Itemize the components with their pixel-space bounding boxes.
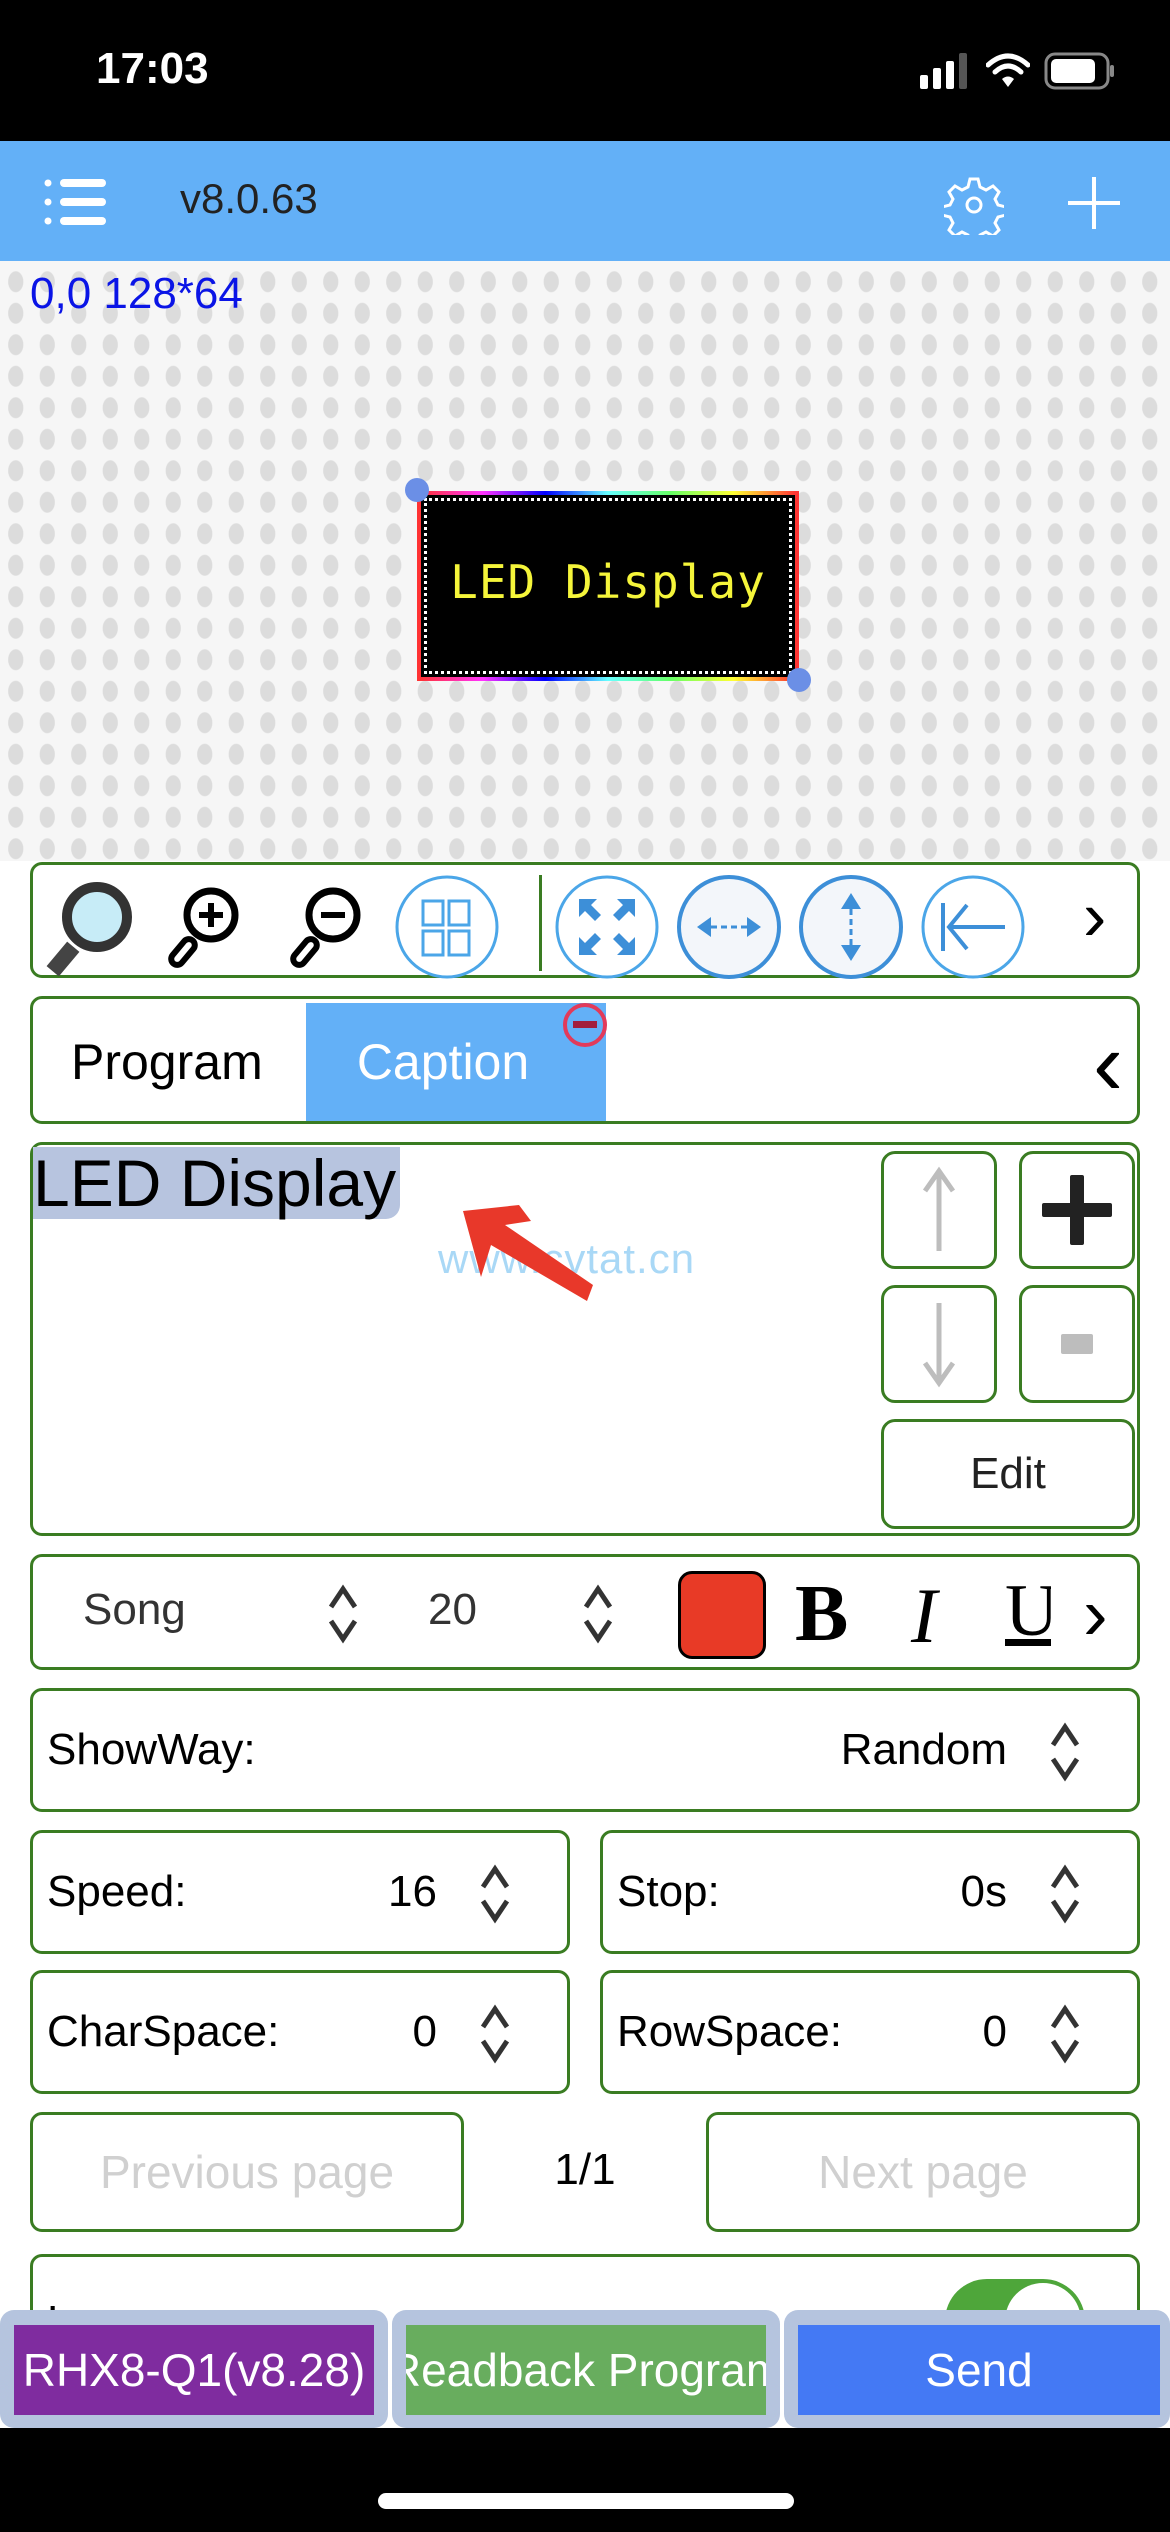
tab-program[interactable]: Program (71, 1003, 263, 1121)
add-caption-button[interactable] (1019, 1151, 1135, 1269)
charspace-stepper-icon[interactable] (475, 2001, 515, 2067)
battery-icon (1044, 52, 1114, 90)
stop-value: 0s (960, 1867, 1007, 1916)
minus-icon (1061, 1334, 1093, 1354)
text-color-swatch[interactable] (678, 1571, 766, 1659)
gear-icon[interactable] (944, 175, 1004, 235)
bold-button[interactable]: B (795, 1569, 848, 1660)
toolbar-more-button[interactable]: › (1083, 881, 1106, 951)
charspace-field[interactable]: CharSpace: 0 (30, 1970, 570, 2094)
device-button-wrapper: RHX8-Q1(v8.28) (0, 2310, 388, 2428)
charspace-value: 0 (412, 2007, 437, 2056)
view-toolbar: › (30, 862, 1140, 979)
page-indicator: 1/1 (554, 2145, 616, 2194)
home-indicator-area (0, 2428, 1170, 2532)
status-icons (920, 52, 1116, 90)
resize-handle-top-left[interactable] (405, 478, 429, 502)
rowspace-label: RowSpace: (617, 2007, 843, 2056)
app-header: v8.0.63 (0, 141, 1170, 261)
send-button[interactable]: Send (798, 2325, 1160, 2415)
center-vertical-tool[interactable] (799, 875, 903, 979)
showway-label: ShowWay: (47, 1725, 256, 1774)
align-left-tool[interactable] (921, 875, 1025, 979)
underline-button[interactable]: U (1005, 1569, 1051, 1654)
center-horizontal-tool[interactable] (677, 875, 781, 979)
move-down-button[interactable] (881, 1285, 997, 1403)
font-name-stepper-icon[interactable] (323, 1581, 363, 1647)
fullscreen-tool[interactable] (555, 875, 659, 979)
screen-canvas[interactable]: 0,0 128*64 LED Display (0, 261, 1170, 861)
search-icon (46, 882, 132, 977)
fullscreen-expand-icon (555, 875, 659, 979)
plus-icon[interactable] (1066, 175, 1122, 231)
status-bar: 17:03 (0, 0, 1170, 141)
speed-value: 16 (388, 1867, 437, 1916)
app-version: v8.0.63 (180, 175, 318, 222)
previous-page-button[interactable]: Previous page (30, 2112, 464, 2232)
wifi-icon (986, 53, 1030, 87)
arrow-down-icon (922, 1303, 956, 1388)
zoom-in-tool[interactable] (151, 875, 255, 979)
speed-stepper-icon[interactable] (475, 1861, 515, 1927)
format-more-button[interactable]: › (1083, 1571, 1108, 1656)
zoom-out-tool[interactable] (273, 875, 377, 979)
caption-list: LED Display www.cvtat.cn Edit (30, 1142, 1140, 1536)
home-indicator[interactable] (378, 2493, 794, 2509)
font-name-value[interactable]: Song (83, 1585, 186, 1635)
zoom-out-icon (290, 887, 361, 968)
showway-stepper-icon[interactable] (1045, 1719, 1085, 1785)
move-up-button[interactable] (881, 1151, 997, 1269)
led-preview-text: LED Display (450, 555, 766, 609)
tab-bar: Program Caption ‹ (30, 996, 1140, 1124)
caption-list-item[interactable]: LED Display (33, 1147, 401, 1219)
stop-stepper-icon[interactable] (1045, 1861, 1085, 1927)
speed-label: Speed: (47, 1867, 187, 1916)
resize-handle-bottom-right[interactable] (787, 668, 811, 692)
grid-tool[interactable] (395, 875, 499, 979)
rowspace-value: 0 (982, 2007, 1007, 2056)
center-vertical-icon (799, 875, 903, 979)
device-button[interactable]: RHX8-Q1(v8.28) (14, 2325, 374, 2415)
readback-button-wrapper: Readback Program (392, 2310, 780, 2428)
led-display-preview[interactable]: LED Display (417, 491, 799, 681)
toolbar-divider (539, 875, 542, 971)
showway-value: Random (840, 1725, 1007, 1774)
plus-icon (1042, 1175, 1112, 1245)
font-size-stepper-icon[interactable] (578, 1581, 618, 1647)
grid-icon (395, 875, 499, 979)
speed-field[interactable]: Speed: 16 (30, 1830, 570, 1954)
rowspace-field[interactable]: RowSpace: 0 (600, 1970, 1140, 2094)
coordinates-readout: 0,0 128*64 (30, 269, 243, 318)
search-tool[interactable] (37, 875, 141, 979)
send-button-wrapper: Send (784, 2310, 1170, 2428)
arrow-up-icon (922, 1166, 956, 1251)
center-horizontal-icon (677, 875, 781, 979)
remove-tab-icon[interactable] (561, 1001, 609, 1049)
readback-program-button[interactable]: Readback Program (406, 2325, 766, 2415)
font-size-value[interactable]: 20 (428, 1585, 477, 1635)
red-arrow-annotation (463, 1205, 593, 1301)
edit-button[interactable]: Edit (881, 1419, 1135, 1529)
charspace-label: CharSpace: (47, 2007, 280, 2056)
status-time: 17:03 (96, 44, 209, 93)
bottom-action-bar: RHX8-Q1(v8.28) Readback Program Send (0, 2310, 1170, 2428)
remove-caption-button[interactable] (1019, 1285, 1135, 1403)
stop-field[interactable]: Stop: 0s (600, 1830, 1140, 1954)
collapse-button[interactable]: ‹ (1093, 1019, 1123, 1109)
menu-icon[interactable] (44, 179, 108, 225)
zoom-in-icon (168, 887, 239, 968)
format-bar: Song 20 B I U › (30, 1554, 1140, 1670)
cellular-signal-icon (920, 53, 967, 89)
next-page-button[interactable]: Next page (706, 2112, 1140, 2232)
stop-label: Stop: (617, 1867, 720, 1916)
align-left-icon (921, 875, 1025, 979)
rowspace-stepper-icon[interactable] (1045, 2001, 1085, 2067)
italic-button[interactable]: I (911, 1571, 937, 1661)
showway-field[interactable]: ShowWay: Random (30, 1688, 1140, 1812)
